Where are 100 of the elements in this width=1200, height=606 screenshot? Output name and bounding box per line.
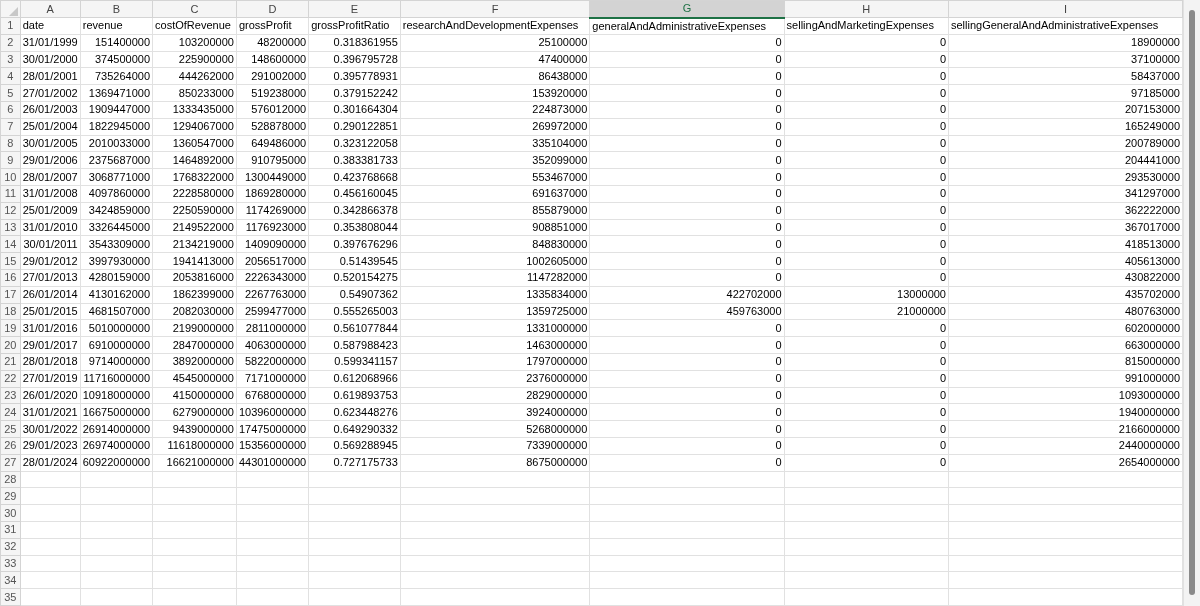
table-cell: 0 (589, 135, 785, 152)
table-cell: 291002000 (236, 67, 309, 85)
table-cell: 1797000000 (400, 353, 590, 371)
table-cell: 27/01/2002 (20, 84, 81, 102)
table-cell: 10396000000 (236, 403, 309, 421)
table-cell: 0.379152242 (308, 84, 401, 102)
table-cell: 0.342866378 (308, 202, 401, 220)
table-cell: 0 (784, 67, 949, 85)
column-header[interactable]: A (20, 0, 81, 18)
table-cell: 7339000000 (400, 437, 590, 455)
table-cell: 0 (784, 420, 949, 438)
table-cell: 6768000000 (236, 387, 309, 404)
table-cell: 16621000000 (152, 454, 237, 471)
table-cell: 27/01/2019 (20, 370, 81, 388)
column-title-cell: sellingAndMarketingExpenses (784, 17, 949, 35)
table-cell: 1176923000 (236, 219, 309, 236)
table-cell: 31/01/1999 (20, 34, 81, 52)
table-cell: 735264000 (80, 67, 153, 85)
table-cell: 0 (784, 202, 949, 220)
table-cell: 3068771000 (80, 168, 153, 186)
column-title-cell: date (20, 17, 81, 35)
column-header[interactable]: D (236, 0, 309, 18)
column-header[interactable]: H (784, 0, 949, 18)
table-cell: 480763000 (948, 303, 1183, 320)
table-cell: 0.54907362 (308, 286, 401, 304)
table-cell: 10918000000 (80, 387, 153, 404)
table-cell: 0 (784, 319, 949, 337)
table-cell: 0 (589, 252, 785, 270)
table-cell: 0 (589, 34, 785, 52)
table-cell: 1333435000 (152, 101, 237, 119)
table-cell: 6279000000 (152, 403, 237, 421)
table-cell: 0.383381733 (308, 151, 401, 169)
table-cell: 5822000000 (236, 353, 309, 371)
table-cell: 1822945000 (80, 118, 153, 136)
table-cell: 459763000 (589, 303, 785, 320)
table-cell: 3892000000 (152, 353, 237, 371)
table-cell: 58437000 (948, 67, 1183, 85)
column-header[interactable]: I (948, 0, 1183, 18)
table-cell: 4545000000 (152, 370, 237, 388)
table-cell: 48200000 (236, 34, 309, 52)
table-cell: 25100000 (400, 34, 590, 52)
table-cell: 991000000 (948, 370, 1183, 388)
table-cell: 151400000 (80, 34, 153, 52)
scrollbar-thumb[interactable] (1189, 10, 1195, 595)
table-cell: 0 (784, 34, 949, 52)
column-title-cell: revenue (80, 17, 153, 35)
column-title-cell: researchAndDevelopmentExpenses (400, 17, 590, 35)
table-cell: 224873000 (400, 101, 590, 119)
table-cell: 1369471000 (80, 84, 153, 102)
table-cell: 0 (589, 370, 785, 388)
table-cell: 3424859000 (80, 202, 153, 220)
table-cell: 1869280000 (236, 185, 309, 203)
table-cell: 0 (784, 336, 949, 354)
table-cell: 2250590000 (152, 202, 237, 220)
table-cell: 207153000 (948, 101, 1183, 119)
table-cell: 31/01/2021 (20, 403, 81, 421)
table-cell: 0 (784, 168, 949, 186)
table-cell: 16675000000 (80, 403, 153, 421)
table-cell: 435702000 (948, 286, 1183, 304)
table-cell: 2149522000 (152, 219, 237, 236)
table-cell: 4097860000 (80, 185, 153, 203)
table-cell: 4150000000 (152, 387, 237, 404)
table-cell: 0 (589, 454, 785, 471)
column-header[interactable]: G (589, 0, 785, 18)
table-cell: 1294067000 (152, 118, 237, 136)
table-cell: 0 (589, 437, 785, 455)
table-cell: 0 (784, 235, 949, 253)
table-cell: 11618000000 (152, 437, 237, 455)
table-cell: 2056517000 (236, 252, 309, 270)
column-header[interactable]: F (400, 0, 590, 18)
table-cell: 405613000 (948, 252, 1183, 270)
table-cell: 848830000 (400, 235, 590, 253)
table-cell: 0 (784, 370, 949, 388)
table-cell: 153920000 (400, 84, 590, 102)
table-cell: 1335834000 (400, 286, 590, 304)
table-cell: 30/01/2022 (20, 420, 81, 438)
table-cell: 663000000 (948, 336, 1183, 354)
table-cell: 2082030000 (152, 303, 237, 320)
table-cell: 86438000 (400, 67, 590, 85)
table-cell: 352099000 (400, 151, 590, 169)
table-cell: 0 (784, 51, 949, 68)
table-cell: 1174269000 (236, 202, 309, 220)
table-cell: 0 (589, 235, 785, 253)
table-cell: 0.395778931 (308, 67, 401, 85)
table-cell: 2440000000 (948, 437, 1183, 455)
table-cell: 2599477000 (236, 303, 309, 320)
column-title-cell: grossProfitRatio (308, 17, 401, 35)
column-header[interactable]: E (308, 0, 401, 18)
table-cell: 0 (589, 151, 785, 169)
table-cell: 26/01/2014 (20, 286, 81, 304)
table-cell: 31/01/2010 (20, 219, 81, 236)
column-header[interactable]: C (152, 0, 237, 18)
table-cell: 0.555265003 (308, 303, 401, 320)
table-cell: 2226343000 (236, 269, 309, 287)
column-title-cell: generalAndAdministrativeExpenses (589, 17, 785, 35)
table-cell: 0.423768668 (308, 168, 401, 186)
table-cell: 15356000000 (236, 437, 309, 455)
column-header[interactable]: B (80, 0, 153, 18)
table-cell: 0.301664304 (308, 101, 401, 119)
table-cell: 29/01/2023 (20, 437, 81, 455)
